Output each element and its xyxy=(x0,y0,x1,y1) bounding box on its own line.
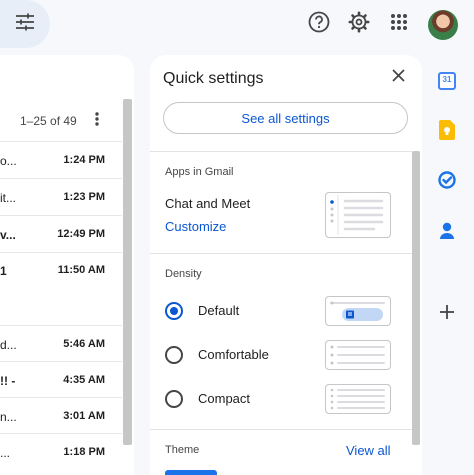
email-time: 11:50 AM xyxy=(57,264,105,276)
density-default-radio[interactable] xyxy=(165,302,183,320)
view-all-themes-link[interactable]: View all xyxy=(346,443,391,458)
email-time: 3:01 AM xyxy=(63,410,105,422)
close-icon xyxy=(391,69,405,87)
email-row[interactable]: n... 3:01 AM xyxy=(0,397,122,433)
help-circle-icon xyxy=(308,11,330,38)
filter-button[interactable] xyxy=(0,0,50,48)
email-row[interactable]: 1 11:50 AM xyxy=(0,252,122,325)
tasks-button[interactable] xyxy=(437,170,457,194)
add-addon-button[interactable] xyxy=(437,304,457,324)
see-all-settings-button[interactable]: See all settings xyxy=(163,102,408,134)
email-time: 1:18 PM xyxy=(63,446,105,458)
keep-button[interactable] xyxy=(437,119,457,145)
calendar-icon: 31 xyxy=(438,72,456,90)
email-time: 12:49 PM xyxy=(57,228,105,240)
avatar[interactable] xyxy=(428,10,458,40)
email-row[interactable]: o... 1:24 PM xyxy=(0,141,122,178)
mail-list-panel: 1–25 of 49 o... 1:24 PM it... 1:23 PM v.… xyxy=(0,55,134,475)
pagination-range: 1–25 of 49 xyxy=(20,114,77,128)
gear-icon xyxy=(348,10,370,38)
apps-button[interactable] xyxy=(386,11,412,37)
density-heading: Density xyxy=(165,268,202,280)
email-time: 4:35 AM xyxy=(63,374,105,386)
chat-meet-label: Chat and Meet xyxy=(165,196,251,211)
close-button[interactable] xyxy=(388,68,408,88)
email-row[interactable]: ... 1:18 PM xyxy=(0,433,122,475)
email-sender: !! - xyxy=(0,374,16,388)
calendar-day: 31 xyxy=(442,75,452,84)
contacts-icon xyxy=(440,222,454,245)
contacts-button[interactable] xyxy=(437,222,457,245)
email-row[interactable]: d... 5:46 AM xyxy=(0,325,122,361)
add-icon xyxy=(439,304,455,325)
density-comfortable-preview-icon xyxy=(325,340,391,370)
chat-meet-preview-icon xyxy=(325,192,391,238)
apps-in-gmail-heading: Apps in Gmail xyxy=(165,166,234,178)
quick-settings-panel: Quick settings See all settings Apps in … xyxy=(150,55,422,475)
calendar-button[interactable]: 31 xyxy=(437,71,457,91)
email-sender: ... xyxy=(0,446,11,460)
quick-settings-title: Quick settings xyxy=(163,70,264,87)
density-comfortable-radio[interactable] xyxy=(165,346,183,364)
more-vert-icon xyxy=(95,111,99,131)
divider xyxy=(150,253,412,254)
email-sender: o... xyxy=(0,154,17,168)
settings-button[interactable] xyxy=(346,10,372,38)
email-sender: v... xyxy=(0,228,16,242)
tune-icon xyxy=(15,13,35,36)
density-compact-label[interactable]: Compact xyxy=(198,391,250,406)
density-default-label[interactable]: Default xyxy=(198,303,239,318)
email-time: 1:24 PM xyxy=(63,154,105,166)
density-default-preview-icon xyxy=(325,296,391,326)
apps-grid-icon xyxy=(390,13,408,36)
email-sender: n... xyxy=(0,410,17,424)
theme-thumbnail[interactable] xyxy=(165,470,217,475)
email-sender: 1 xyxy=(0,264,7,278)
density-comfortable-label[interactable]: Comfortable xyxy=(198,347,269,362)
more-options-button[interactable] xyxy=(90,111,104,131)
density-compact-preview-icon xyxy=(325,384,391,414)
theme-heading: Theme xyxy=(165,444,200,456)
divider xyxy=(150,151,412,152)
email-sender: it... xyxy=(0,191,17,205)
mail-scrollbar[interactable] xyxy=(123,99,132,445)
email-time: 1:23 PM xyxy=(63,191,105,203)
email-row[interactable]: v... 12:49 PM xyxy=(0,215,122,252)
email-sender: d... xyxy=(0,338,17,352)
keep-icon xyxy=(439,119,455,145)
email-time: 5:46 AM xyxy=(63,338,105,350)
density-compact-radio[interactable] xyxy=(165,390,183,408)
divider xyxy=(150,429,412,430)
customize-link[interactable]: Customize xyxy=(165,219,226,234)
tasks-icon xyxy=(438,170,456,194)
help-button[interactable] xyxy=(306,11,332,37)
email-row[interactable]: it... 1:23 PM xyxy=(0,178,122,215)
email-row[interactable]: !! - 4:35 AM xyxy=(0,361,122,397)
quick-settings-scrollbar[interactable] xyxy=(412,151,420,445)
